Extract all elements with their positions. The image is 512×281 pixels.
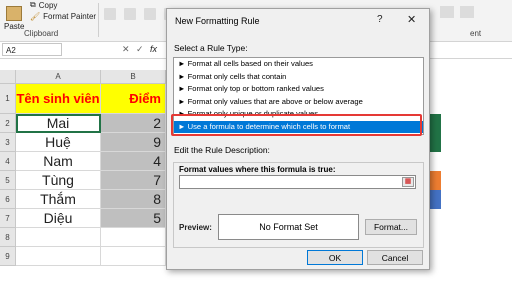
score-cell[interactable]: 7 bbox=[101, 171, 166, 190]
rule-type-item[interactable]: ► Format only unique or duplicate values bbox=[174, 108, 423, 121]
format-painter-label: Format Painter bbox=[43, 12, 97, 21]
range-selector-icon[interactable]: ▦ bbox=[402, 177, 414, 187]
score-cell[interactable]: 8 bbox=[101, 190, 166, 209]
header-cell-score[interactable]: Điểm bbox=[101, 84, 166, 114]
underline-icon[interactable] bbox=[144, 8, 156, 20]
row-header-8[interactable]: 8 bbox=[0, 228, 16, 247]
score-cell[interactable]: 2 bbox=[101, 114, 166, 133]
select-rule-type-label: Select a Rule Type: bbox=[174, 43, 248, 53]
close-icon[interactable]: ✕ bbox=[407, 13, 416, 26]
new-formatting-rule-dialog: New Formatting Rule ? ✕ Select a Rule Ty… bbox=[166, 8, 430, 270]
side-color-bar bbox=[429, 171, 441, 190]
score-cell[interactable]: 9 bbox=[101, 133, 166, 152]
name-cell[interactable]: Tùng bbox=[16, 171, 101, 190]
format-painter-icon: 🖌 bbox=[30, 12, 41, 21]
cancel-button[interactable]: Cancel bbox=[367, 250, 423, 265]
column-header-a[interactable]: A bbox=[16, 70, 101, 84]
paste-label: Paste bbox=[4, 22, 25, 31]
alignment-toolbar bbox=[440, 6, 510, 22]
rule-type-item[interactable]: ► Format only cells that contain bbox=[174, 71, 423, 84]
name-cell[interactable]: Mai bbox=[16, 114, 101, 133]
confirm-entry-icon[interactable]: ✓ bbox=[136, 44, 144, 55]
dialog-title: New Formatting Rule bbox=[175, 16, 260, 26]
row-header-9[interactable]: 9 bbox=[0, 247, 16, 266]
name-cell[interactable]: Nam bbox=[16, 152, 101, 171]
preview-label: Preview: bbox=[179, 223, 212, 232]
score-cell[interactable]: 5 bbox=[101, 209, 166, 228]
side-color-bar bbox=[429, 114, 441, 133]
preview-box: No Format Set bbox=[218, 214, 359, 240]
format-button[interactable]: Format... bbox=[365, 219, 417, 235]
alignment-group-label: ent bbox=[470, 29, 482, 38]
clipboard-group-label: Clipboard bbox=[24, 29, 59, 38]
help-icon[interactable]: ? bbox=[377, 14, 383, 25]
wrap-icon[interactable] bbox=[460, 6, 474, 18]
rule-type-list[interactable]: ► Format all cells based on their values… bbox=[173, 57, 424, 135]
formula-input[interactable]: ▦ bbox=[179, 175, 416, 189]
rule-type-item[interactable]: ► Format all cells based on their values bbox=[174, 58, 423, 71]
paste-button[interactable]: Paste bbox=[4, 6, 24, 31]
ok-button[interactable]: OK bbox=[307, 250, 363, 265]
copy-icon: ⧉ bbox=[30, 0, 36, 9]
row-header-1[interactable]: 1 bbox=[0, 84, 16, 114]
select-all-corner[interactable] bbox=[0, 70, 16, 84]
row-header-6[interactable]: 6 bbox=[0, 190, 16, 209]
row-header-7[interactable]: 7 bbox=[0, 209, 16, 228]
formula-label: Format values where this formula is true… bbox=[179, 165, 336, 174]
empty-cell[interactable] bbox=[16, 228, 101, 247]
paste-icon bbox=[6, 6, 23, 21]
name-cell[interactable]: Diệu bbox=[16, 209, 101, 228]
format-painter-button[interactable]: 🖌 Format Painter bbox=[30, 12, 96, 21]
copy-label: Copy bbox=[38, 0, 58, 10]
side-color-bar bbox=[429, 190, 441, 209]
cancel-entry-icon[interactable]: ✕ bbox=[122, 44, 130, 55]
insert-function-icon[interactable]: fx bbox=[150, 44, 157, 54]
header-cell-name[interactable]: Tên sinh viên bbox=[16, 84, 101, 114]
edit-description-label: Edit the Rule Description: bbox=[174, 145, 270, 155]
rule-type-item[interactable]: ► Format only values that are above or b… bbox=[174, 96, 423, 109]
score-cell[interactable]: 4 bbox=[101, 152, 166, 171]
ribbon-divider bbox=[98, 3, 99, 37]
name-cell[interactable]: Thắm bbox=[16, 190, 101, 209]
name-cell[interactable]: Huệ bbox=[16, 133, 101, 152]
row-header-5[interactable]: 5 bbox=[0, 171, 16, 190]
empty-cell[interactable] bbox=[16, 247, 101, 266]
empty-cell[interactable] bbox=[101, 228, 166, 247]
rule-type-item[interactable]: ► Format only top or bottom ranked value… bbox=[174, 83, 423, 96]
row-header-3[interactable]: 3 bbox=[0, 133, 16, 152]
side-color-bar bbox=[429, 133, 441, 152]
empty-cell[interactable] bbox=[101, 247, 166, 266]
row-header-2[interactable]: 2 bbox=[0, 114, 16, 133]
column-header-b[interactable]: B bbox=[101, 70, 166, 84]
row-header-4[interactable]: 4 bbox=[0, 152, 16, 171]
rule-type-item-selected[interactable]: ► Use a formula to determine which cells… bbox=[174, 120, 423, 133]
italic-icon[interactable] bbox=[124, 8, 136, 20]
align-icon[interactable] bbox=[440, 6, 454, 18]
name-box[interactable]: A2 bbox=[2, 43, 62, 56]
bold-icon[interactable] bbox=[104, 8, 116, 20]
copy-button[interactable]: ⧉ Copy bbox=[30, 0, 57, 10]
